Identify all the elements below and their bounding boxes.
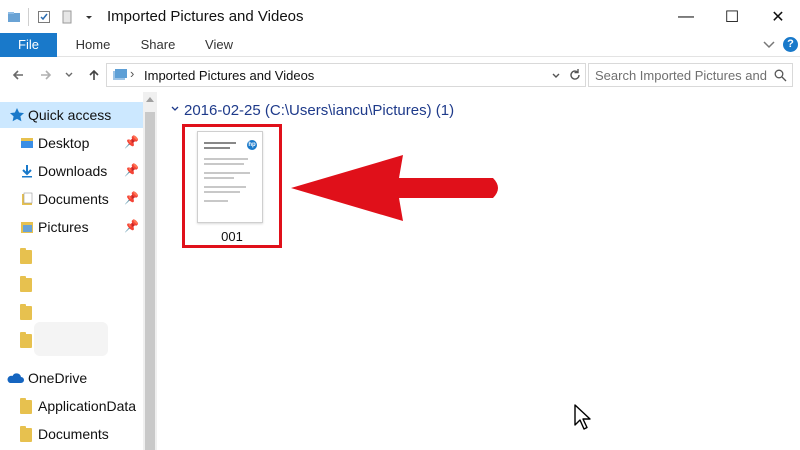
nav-label: Downloads	[38, 163, 108, 179]
nav-item-applicationdata[interactable]: ApplicationData	[0, 393, 143, 419]
collapse-group-icon[interactable]	[170, 104, 180, 114]
redacted-area	[34, 322, 108, 356]
breadcrumb-separator-icon: ›	[130, 66, 135, 81]
recent-locations-button[interactable]	[62, 65, 76, 85]
tab-view[interactable]: View	[198, 33, 240, 57]
mouse-cursor-icon	[574, 404, 591, 430]
folder-icon	[20, 398, 32, 414]
search-icon[interactable]	[774, 69, 787, 82]
desktop-folder-icon	[21, 138, 33, 148]
pin-icon[interactable]: 📌	[124, 191, 139, 205]
onedrive-cloud-icon	[7, 373, 24, 383]
pictures-library-icon	[113, 69, 127, 80]
star-icon	[10, 108, 24, 122]
chevron-down-icon	[65, 72, 73, 77]
search-input[interactable]	[589, 64, 769, 86]
annotation-arrow-icon	[291, 155, 498, 221]
folder-icon[interactable]	[20, 304, 32, 320]
tab-home[interactable]: Home	[68, 33, 118, 57]
nav-label: Documents	[38, 426, 109, 442]
nav-item-pictures[interactable]: Pictures 📌	[0, 214, 143, 240]
nav-onedrive[interactable]: OneDrive	[0, 365, 143, 391]
file-item[interactable]: hp 001	[182, 124, 282, 248]
hp-logo-icon: hp	[247, 140, 257, 150]
help-icon[interactable]: ?	[783, 37, 798, 52]
documents-icon	[22, 192, 33, 205]
nav-label: OneDrive	[28, 370, 88, 386]
downloads-icon	[22, 165, 32, 178]
file-name: 001	[221, 229, 243, 244]
nav-label: Desktop	[38, 135, 90, 151]
maximize-button[interactable]: ☐	[710, 4, 754, 30]
new-folder-icon[interactable]	[60, 10, 74, 24]
breadcrumb[interactable]: Imported Pictures and Videos	[144, 68, 314, 83]
explorer-icon	[8, 12, 20, 22]
nav-label: Quick access	[28, 107, 112, 123]
group-header[interactable]: 2016-02-25 (C:\Users\iancu\Pictures) (1)	[184, 102, 454, 119]
up-button[interactable]	[84, 65, 104, 85]
properties-icon[interactable]	[37, 10, 51, 24]
forward-button[interactable]	[36, 65, 56, 85]
refresh-icon[interactable]	[568, 68, 582, 82]
up-arrow-icon	[89, 69, 99, 80]
scroll-thumb[interactable]	[145, 112, 155, 450]
expand-ribbon-icon[interactable]	[762, 39, 776, 51]
nav-label: Pictures	[38, 219, 89, 235]
tab-file[interactable]: File	[0, 33, 57, 57]
back-arrow-icon	[12, 70, 23, 80]
title-bar: Imported Pictures and Videos — ☐ ✕	[0, 0, 800, 33]
nav-item-downloads[interactable]: Downloads 📌	[0, 158, 143, 184]
nav-item-desktop[interactable]: Desktop 📌	[0, 130, 143, 156]
title-separator	[28, 8, 29, 26]
nav-item-documents[interactable]: Documents 📌	[0, 186, 143, 212]
navigation-bar: › Imported Pictures and Videos	[0, 58, 800, 92]
pictures-icon	[21, 222, 33, 233]
nav-item-onedrive-documents[interactable]: Documents	[0, 421, 143, 447]
nav-scrollbar[interactable]	[143, 92, 157, 450]
forward-arrow-icon	[41, 70, 52, 80]
back-button[interactable]	[8, 65, 28, 85]
folder-icon[interactable]	[20, 248, 32, 264]
search-box[interactable]	[588, 63, 793, 87]
nav-label: Documents	[38, 191, 109, 207]
window-title: Imported Pictures and Videos	[107, 8, 304, 25]
scroll-up-icon[interactable]	[146, 96, 154, 102]
folder-icon[interactable]	[20, 332, 32, 348]
nav-label: ApplicationData	[38, 398, 137, 414]
folder-icon[interactable]	[20, 276, 32, 292]
close-button[interactable]: ✕	[756, 4, 800, 30]
folder-icon	[20, 426, 32, 442]
tab-share[interactable]: Share	[134, 33, 182, 57]
pin-icon[interactable]: 📌	[124, 135, 139, 149]
pin-icon[interactable]: 📌	[124, 219, 139, 233]
address-bar[interactable]: › Imported Pictures and Videos	[106, 63, 586, 87]
address-dropdown-icon[interactable]	[551, 71, 561, 81]
minimize-button[interactable]: —	[664, 4, 708, 30]
pin-icon[interactable]: 📌	[124, 163, 139, 177]
file-list: 2016-02-25 (C:\Users\iancu\Pictures) (1)…	[160, 92, 800, 450]
ribbon: File Home Share View ?	[0, 33, 800, 57]
customize-quick-access-icon[interactable]	[82, 10, 96, 24]
document-thumbnail: hp	[197, 131, 263, 223]
nav-quick-access[interactable]: Quick access	[0, 102, 143, 128]
navigation-pane: Quick access Desktop 📌 Downloads 📌 Docum…	[0, 92, 143, 450]
